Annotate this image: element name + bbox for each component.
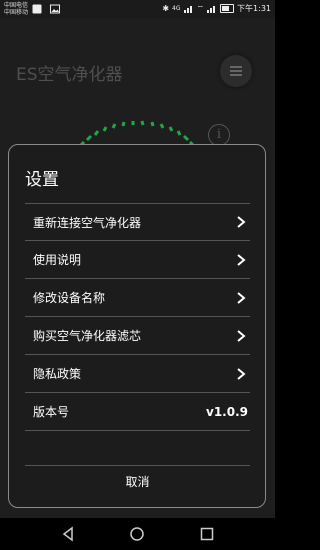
menu-icon xyxy=(230,66,242,68)
info-icon[interactable]: i xyxy=(208,124,230,146)
wifi-icon: ⌔ xyxy=(196,3,205,13)
chevron-right-icon xyxy=(237,216,246,228)
carrier-2: 中国移动 xyxy=(4,9,29,16)
settings-list: 重新连接空气净化器 使用说明 修改设备名称 购买空气净化器滤芯 隐私政策 版本号… xyxy=(25,203,250,431)
system-nav-bar xyxy=(0,518,275,550)
menu-button[interactable] xyxy=(220,55,252,87)
app-title: ES空气净化器 xyxy=(16,65,123,85)
chevron-right-icon xyxy=(237,329,246,342)
bluetooth-icon: ✱ xyxy=(162,4,170,13)
settings-dialog: 设置 重新连接空气净化器 使用说明 修改设备名称 购买空气净化器滤芯 隐私政策 … xyxy=(8,144,266,508)
buy-filter-item[interactable]: 购买空气净化器滤芯 xyxy=(25,317,250,355)
list-item-label: 重新连接空气净化器 xyxy=(33,215,142,230)
signal-icon xyxy=(183,5,194,13)
chevron-right-icon xyxy=(237,367,246,380)
notification-square-icon xyxy=(32,4,42,14)
back-triangle-icon[interactable] xyxy=(60,526,76,542)
list-item-label: 修改设备名称 xyxy=(33,291,106,305)
rename-device-item[interactable]: 修改设备名称 xyxy=(25,279,250,317)
chevron-right-icon xyxy=(237,291,246,304)
network-type: 4G xyxy=(172,5,181,12)
list-item-label: 隐私政策 xyxy=(33,367,82,381)
user-guide-item[interactable]: 使用说明 xyxy=(25,241,250,279)
dialog-title: 设置 xyxy=(25,170,59,190)
list-item-label: 购买空气净化器滤芯 xyxy=(33,329,142,343)
carrier-1: 中国电信 xyxy=(4,2,29,9)
version-value: v1.0.9 xyxy=(206,404,248,419)
cancel-button[interactable]: 取消 xyxy=(25,465,250,496)
home-circle-icon[interactable] xyxy=(129,526,145,542)
privacy-policy-item[interactable]: 隐私政策 xyxy=(25,355,250,393)
image-notification-icon xyxy=(50,4,60,14)
reconnect-purifier-item[interactable]: 重新连接空气净化器 xyxy=(25,203,250,241)
clock: 下午1:31 xyxy=(237,4,271,13)
status-right: ✱ 4G ⌔ 下午1:31 xyxy=(162,3,271,14)
recent-square-icon[interactable] xyxy=(199,526,215,542)
version-label: 版本号 xyxy=(33,405,70,419)
version-row: 版本号 v1.0.9 xyxy=(25,393,250,431)
battery-icon xyxy=(220,4,235,13)
signal-icon-2 xyxy=(207,5,217,13)
carrier-names: 中国电信 中国移动 xyxy=(4,2,28,16)
list-item-label: 使用说明 xyxy=(33,253,82,267)
status-bar: 中国电信 中国移动 ✱ 4G ⌔ 下午1:31 xyxy=(0,0,275,18)
chevron-right-icon xyxy=(237,253,246,266)
